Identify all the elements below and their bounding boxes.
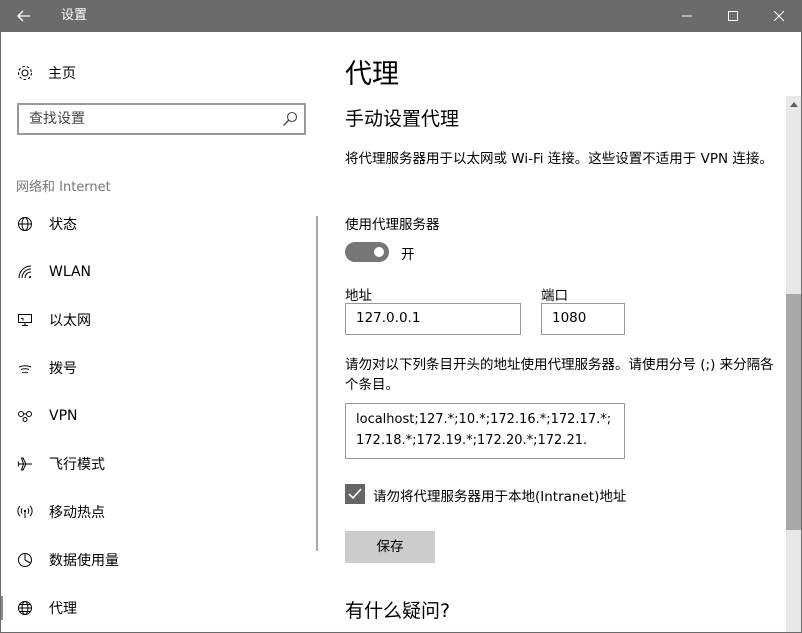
search-icon [283, 111, 298, 126]
nav-item-label: WLAN [49, 264, 92, 280]
use-proxy-label: 使用代理服务器 [345, 217, 440, 233]
nav-item-label: 状态 [49, 217, 77, 233]
gear-icon [17, 65, 33, 81]
content-scrollbar[interactable] [786, 96, 802, 633]
globe-status-icon [16, 215, 34, 233]
pie-chart-icon [16, 551, 34, 569]
use-proxy-toggle[interactable] [345, 242, 389, 262]
close-button[interactable] [756, 0, 802, 32]
toggle-knob [374, 247, 384, 257]
globe-icon [16, 599, 34, 617]
section-title: 手动设置代理 [345, 108, 460, 130]
nav-item-label: 拨号 [49, 361, 77, 377]
search-placeholder: 查找设置 [29, 111, 85, 127]
exceptions-description: 请勿对以下列条目开头的地址使用代理服务器。请使用分号 (;) 来分隔各个条目。 [345, 357, 774, 393]
nav-section-label: 网络和 Internet [16, 180, 111, 195]
port-label: 端口 [541, 288, 568, 304]
nav-home-label: 主页 [48, 66, 76, 82]
scrollbar-thumb[interactable] [786, 294, 802, 530]
port-field[interactable]: 1080 [541, 303, 625, 335]
proxy-description: 将代理服务器用于以太网或 Wi-Fi 连接。这些设置不适用于 VPN 连接。 [345, 151, 773, 167]
nav-item-label: 飞行模式 [49, 457, 105, 473]
nav-item-hotspot[interactable]: 移动热点 [0, 488, 316, 536]
ethernet-icon [16, 311, 34, 329]
close-icon [774, 11, 784, 21]
hotspot-icon [16, 503, 34, 521]
nav-item-label: 以太网 [49, 313, 91, 329]
exceptions-field[interactable]: localhost;127.*;10.*;172.16.*;172.17.*;1… [345, 403, 625, 459]
search-input[interactable]: 查找设置 [17, 103, 306, 135]
scroll-up-button[interactable] [786, 96, 802, 112]
back-arrow-icon [17, 10, 30, 22]
maximize-button[interactable] [710, 0, 756, 32]
save-button[interactable]: 保存 [345, 531, 435, 563]
page-title: 代理 [345, 59, 399, 90]
chevron-up-icon [790, 101, 798, 107]
nav-item-label: 数据使用量 [49, 553, 119, 569]
airplane-icon [16, 455, 34, 473]
address-field[interactable]: 127.0.0.1 [345, 303, 521, 335]
nav-item-label: 代理 [49, 601, 77, 617]
nav-scrollbar[interactable] [316, 216, 318, 551]
bypass-local-checkbox[interactable] [345, 484, 365, 504]
checkmark-icon [348, 488, 362, 500]
nav-item-vpn[interactable]: VPN [0, 392, 316, 440]
maximize-icon [728, 11, 738, 21]
nav-item-proxy[interactable]: 代理 [0, 584, 316, 632]
faq-title: 有什么疑问? [345, 600, 451, 622]
nav-item-dialup[interactable]: 拨号 [0, 344, 316, 392]
minimize-button[interactable] [664, 0, 710, 32]
vpn-icon [16, 407, 34, 425]
nav-home[interactable]: 主页 [16, 61, 76, 85]
nav-item-status[interactable]: 状态 [0, 200, 316, 248]
nav-item-wlan[interactable]: WLAN [0, 248, 316, 296]
wifi-icon [16, 263, 34, 281]
back-button[interactable] [0, 0, 48, 32]
nav-list: 状态 WLAN 以太网 拨号 VPN 飞行模式 移动热点 数据使用量 代理 [0, 200, 316, 632]
toggle-state-label: 开 [401, 247, 415, 263]
minimize-icon [682, 15, 692, 17]
nav-item-label: 移动热点 [49, 505, 105, 521]
nav-item-ethernet[interactable]: 以太网 [0, 296, 316, 344]
window-title: 设置 [61, 8, 88, 23]
bypass-local-label: 请勿将代理服务器用于本地(Intranet)地址 [373, 489, 627, 505]
nav-item-airplane[interactable]: 飞行模式 [0, 440, 316, 488]
address-label: 地址 [345, 288, 372, 304]
title-bar: 设置 [0, 0, 802, 32]
nav-item-data-usage[interactable]: 数据使用量 [0, 536, 316, 584]
nav-item-label: VPN [49, 408, 78, 424]
dialup-icon [16, 359, 34, 377]
